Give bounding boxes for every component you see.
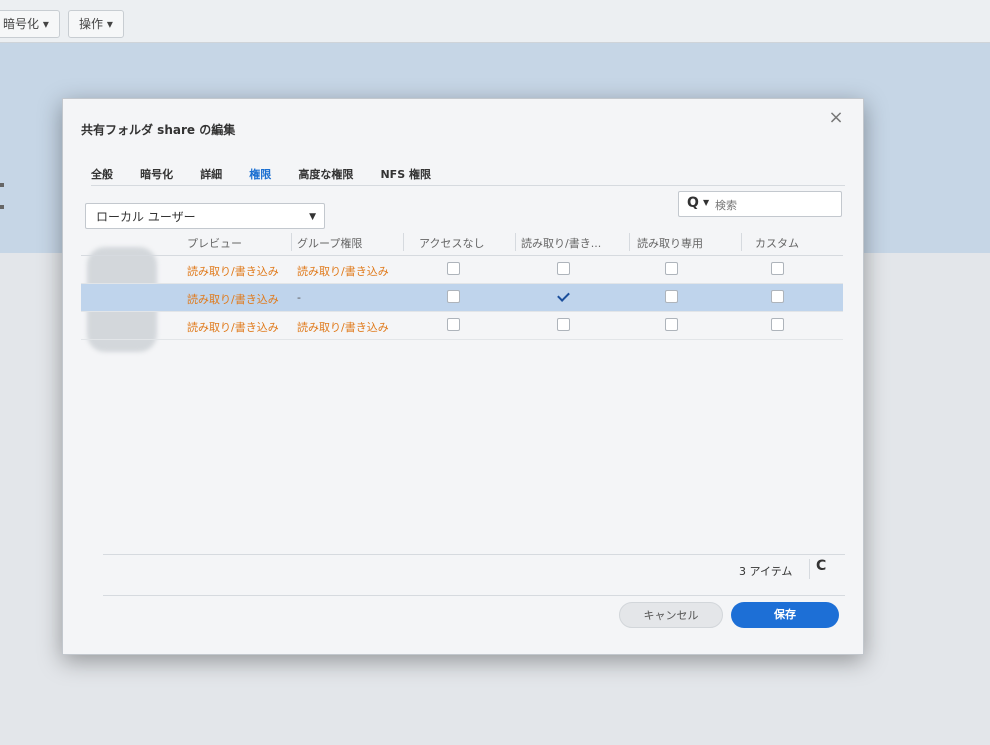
background-marker: [0, 183, 4, 187]
tab-encryption[interactable]: 暗号化: [140, 166, 173, 182]
no-access-checkbox[interactable]: [447, 262, 460, 275]
search-options-chevron-icon[interactable]: ▼: [703, 198, 709, 207]
search-input[interactable]: [713, 195, 837, 215]
table-header: プレビュー グループ権限 アクセスなし 読み取り/書き... 読み取り専用 カス…: [81, 229, 843, 256]
column-header-no-access[interactable]: アクセスなし: [419, 235, 515, 251]
column-divider: [515, 233, 516, 251]
group-permission: -: [297, 291, 301, 304]
column-divider: [629, 233, 630, 251]
button-bar-divider: [103, 595, 845, 596]
tab-permissions[interactable]: 権限: [249, 166, 271, 182]
edit-shared-folder-dialog: 共有フォルダ share の編集 × 全般 暗号化 詳細 権限 高度な権限 NF…: [62, 98, 864, 655]
dialog-tabs: 全般 暗号化 詳細 権限 高度な権限 NFS 権限: [91, 163, 453, 185]
tab-nfs-permissions[interactable]: NFS 権限: [380, 166, 430, 182]
footer-separator: [809, 559, 810, 579]
read-only-checkbox[interactable]: [665, 290, 678, 303]
permissions-table: プレビュー グループ権限 アクセスなし 読み取り/書き... 読み取り専用 カス…: [81, 229, 843, 340]
read-only-checkbox[interactable]: [665, 318, 678, 331]
column-header-custom[interactable]: カスタム: [755, 235, 835, 251]
background-marker: [0, 205, 4, 209]
close-icon[interactable]: ×: [825, 107, 847, 129]
read-write-checkbox[interactable]: [557, 290, 570, 303]
preview-permission: 読み取り/書き込み: [187, 321, 279, 334]
group-permission: 読み取り/書き込み: [297, 265, 389, 278]
refresh-icon[interactable]: C: [816, 558, 826, 574]
column-header-preview[interactable]: プレビュー: [187, 235, 287, 251]
custom-checkbox[interactable]: [771, 262, 784, 275]
item-count: 3 アイテム: [739, 565, 793, 578]
read-write-checkbox[interactable]: [557, 318, 570, 331]
action-menu-button[interactable]: 操作 ▾: [68, 10, 124, 38]
user-type-select[interactable]: ローカル ユーザー ▼: [85, 203, 325, 229]
column-divider: [291, 233, 292, 251]
read-only-checkbox[interactable]: [665, 262, 678, 275]
table-row[interactable]: 読み取り/書き込み -: [81, 284, 843, 312]
table-row[interactable]: 読み取り/書き込み 読み取り/書き込み: [81, 256, 843, 284]
column-divider: [403, 233, 404, 251]
chevron-down-icon: ▼: [309, 212, 316, 222]
custom-checkbox[interactable]: [771, 318, 784, 331]
encryption-menu-button[interactable]: 暗号化 ▾: [0, 10, 60, 38]
user-type-select-value: ローカル ユーザー: [96, 210, 196, 224]
search-icon[interactable]: Q: [687, 195, 699, 211]
tab-general[interactable]: 全般: [91, 166, 113, 182]
read-write-checkbox[interactable]: [557, 262, 570, 275]
dialog-title: 共有フォルダ share の編集: [81, 123, 236, 137]
table-row[interactable]: 読み取り/書き込み 読み取り/書き込み: [81, 312, 843, 340]
search-box[interactable]: Q ▼: [678, 191, 842, 217]
save-button[interactable]: 保存: [731, 602, 839, 628]
preview-permission: 読み取り/書き込み: [187, 293, 279, 306]
column-header-read-write[interactable]: 読み取り/書き...: [521, 235, 623, 251]
column-header-read-only[interactable]: 読み取り専用: [637, 235, 737, 251]
tab-advanced[interactable]: 詳細: [200, 166, 222, 182]
no-access-checkbox[interactable]: [447, 290, 460, 303]
column-divider: [741, 233, 742, 251]
no-access-checkbox[interactable]: [447, 318, 460, 331]
group-permission: 読み取り/書き込み: [297, 321, 389, 334]
cancel-button[interactable]: キャンセル: [619, 602, 723, 628]
app-toolbar: 暗号化 ▾ 操作 ▾: [0, 0, 990, 43]
tab-divider: [91, 185, 845, 186]
tab-advanced-permissions[interactable]: 高度な権限: [298, 166, 353, 182]
footer-divider: [103, 554, 845, 555]
column-header-group-permission[interactable]: グループ権限: [297, 235, 397, 251]
custom-checkbox[interactable]: [771, 290, 784, 303]
preview-permission: 読み取り/書き込み: [187, 265, 279, 278]
